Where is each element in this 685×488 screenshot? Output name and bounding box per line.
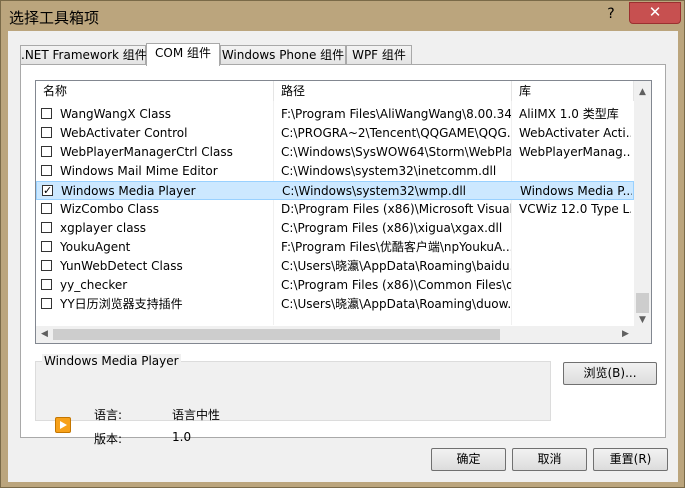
row-checkbox[interactable]	[41, 108, 52, 119]
row-library: VCWiz 12.0 Type L...	[519, 202, 631, 216]
reset-button[interactable]: 重置(R)	[593, 448, 668, 471]
row-name: YoukuAgent	[60, 240, 131, 254]
table-row[interactable]: ✓ Windows Media Player C:\Windows\system32…	[36, 181, 634, 200]
row-name: yy_checker	[60, 278, 128, 292]
horizontal-scroll-thumb[interactable]	[53, 329, 500, 340]
scroll-up-arrow-icon[interactable]: ▲	[634, 87, 651, 97]
row-checkbox[interactable]	[41, 165, 52, 176]
dialog-client: .NET Framework 组件 COM 组件 Windows Phone 组…	[8, 31, 678, 482]
row-library	[519, 219, 631, 238]
row-path: C:\Program Files (x86)\Common Files\d...	[281, 278, 511, 292]
row-path: C:\Users\晓瀛\AppData\Roaming\duow...	[281, 297, 511, 311]
row-path: C:\Windows\system32\wmp.dll	[282, 184, 466, 198]
row-path: C:\Program Files (x86)\xigua\xgax.dll	[281, 221, 503, 235]
tab-com[interactable]: COM 组件	[146, 43, 220, 66]
table-row[interactable]: WebActivater Control C:\PROGRA~2\Tencent\…	[36, 124, 634, 143]
row-name: YunWebDetect Class	[60, 259, 183, 273]
row-path: F:\Program Files\优酷客户端\npYoukuA...	[281, 240, 511, 254]
row-path: F:\Program Files\AliWangWang\8.00.34...	[281, 107, 511, 121]
language-label: 语言:	[94, 408, 123, 422]
row-name: WangWangX Class	[60, 107, 171, 121]
dialog-window: 选择工具箱项 ? ✕ .NET Framework 组件 COM 组件 Wind…	[0, 0, 685, 488]
row-checkbox[interactable]	[41, 298, 52, 309]
table-row[interactable]: xgplayer class C:\Program Files (x86)\xig…	[36, 219, 634, 238]
ok-button[interactable]: 确定	[431, 448, 506, 471]
row-checkbox[interactable]: ✓	[42, 185, 53, 196]
row-path: C:\Users\晓瀛\AppData\Roaming\baidu...	[281, 259, 511, 273]
scroll-left-arrow-icon[interactable]: ◀	[36, 329, 53, 339]
row-checkbox[interactable]	[41, 241, 52, 252]
row-path: C:\Windows\SysWOW64\Storm\WebPla...	[281, 145, 511, 159]
column-header-lib[interactable]: 库	[512, 81, 634, 101]
row-path: C:\Windows\system32\inetcomm.dll	[281, 164, 497, 178]
table-row[interactable]: WangWangX Class F:\Program Files\AliWangW…	[36, 105, 634, 124]
list-header: 名称 路径 库	[36, 81, 651, 101]
table-row[interactable]: yy_checker C:\Program Files (x86)\Common …	[36, 276, 634, 295]
row-library	[519, 257, 631, 276]
component-list[interactable]: 名称 路径 库 WangWangX Class F:\Program Files\…	[35, 80, 652, 344]
row-checkbox[interactable]	[41, 260, 52, 271]
table-row[interactable]: YoukuAgent F:\Program Files\优酷客户端\npYouku…	[36, 238, 634, 257]
row-library: AliIMX 1.0 类型库	[519, 107, 619, 121]
row-path: C:\PROGRA~2\Tencent\QQGAME\QQG...	[281, 126, 511, 140]
table-row[interactable]: YunWebDetect Class C:\Users\晓瀛\AppData\Ro…	[36, 257, 634, 276]
row-path: D:\Program Files (x86)\Microsoft Visual …	[281, 202, 511, 216]
row-library: WebActivater Acti...	[519, 126, 631, 140]
table-row[interactable]: Windows Mail Mime Editor C:\Windows\syste…	[36, 162, 634, 181]
browse-button[interactable]: 浏览(B)...	[563, 362, 657, 385]
table-row[interactable]: YY日历浏览器支持插件 C:\Users\晓瀛\AppData\Roaming\d…	[36, 295, 634, 314]
tab-wpf[interactable]: WPF 组件	[346, 45, 412, 64]
title-bar[interactable]: 选择工具箱项 ? ✕	[1, 1, 684, 31]
row-library	[519, 238, 631, 257]
row-library: WebPlayerManag...	[519, 145, 631, 159]
row-library	[519, 276, 631, 295]
tab-windows-phone[interactable]: Windows Phone 组件	[220, 45, 346, 64]
version-label: 版本:	[94, 432, 123, 446]
row-name: xgplayer class	[60, 221, 147, 235]
language-value: 语言中性	[172, 408, 221, 422]
vertical-scrollbar[interactable]: ▲ ▼	[634, 81, 651, 326]
scroll-corner	[634, 326, 651, 343]
details-title: Windows Media Player	[42, 354, 181, 368]
table-row[interactable]: WizCombo Class D:\Program Files (x86)\Mic…	[36, 200, 634, 219]
row-checkbox[interactable]	[41, 127, 52, 138]
table-row[interactable]: WebPlayerManagerCtrl Class C:\Windows\Sys…	[36, 143, 634, 162]
row-name: WebPlayerManagerCtrl Class	[60, 145, 233, 159]
row-library	[519, 162, 631, 181]
vertical-scroll-thumb[interactable]	[636, 293, 649, 313]
cancel-button[interactable]: 取消	[512, 448, 587, 471]
row-library: Windows Media P...	[520, 184, 632, 198]
media-player-icon	[55, 417, 71, 433]
column-header-name[interactable]: 名称	[36, 81, 274, 101]
close-button[interactable]: ✕	[629, 2, 681, 24]
help-button[interactable]: ?	[601, 5, 621, 23]
row-checkbox[interactable]	[41, 203, 52, 214]
row-checkbox[interactable]	[41, 146, 52, 157]
row-checkbox[interactable]	[41, 222, 52, 233]
window-title: 选择工具箱项	[9, 9, 100, 27]
row-checkbox[interactable]	[41, 279, 52, 290]
row-name: WebActivater Control	[60, 126, 188, 140]
row-name: WizCombo Class	[60, 202, 159, 216]
column-header-path[interactable]: 路径	[274, 81, 512, 101]
row-name: Windows Media Player	[61, 184, 196, 198]
version-value: 1.0	[172, 430, 192, 444]
horizontal-scrollbar[interactable]: ◀ ▶	[36, 326, 634, 343]
row-name: YY日历浏览器支持插件	[60, 297, 183, 311]
row-library	[519, 295, 631, 314]
scroll-down-arrow-icon[interactable]: ▼	[634, 315, 651, 325]
tab-net-framework[interactable]: .NET Framework 组件	[20, 45, 147, 64]
row-name: Windows Mail Mime Editor	[60, 164, 218, 178]
scroll-right-arrow-icon[interactable]: ▶	[617, 329, 634, 339]
